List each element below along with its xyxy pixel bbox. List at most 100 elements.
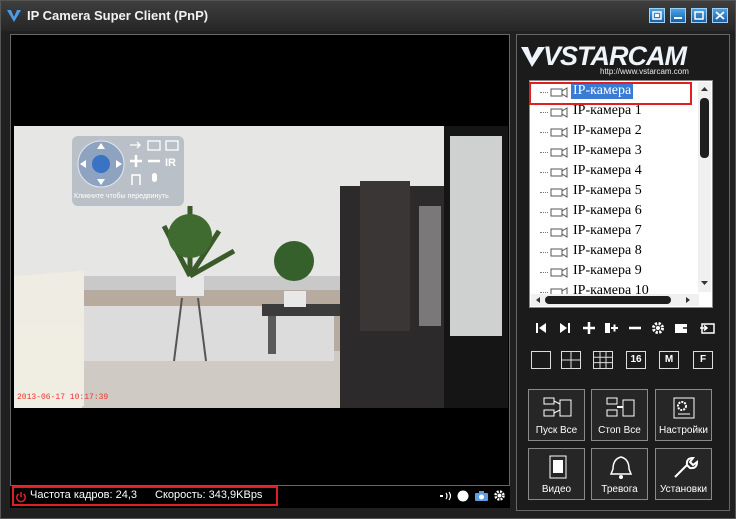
ptz-hint: Кликните чтобы передвинуть	[74, 193, 169, 200]
remove-camera-icon[interactable]	[627, 320, 643, 336]
control-panel: VSTARCAM http://www.vstarcam.com IP-каме…	[516, 34, 730, 511]
status-bar: Частота кадров: 24,3 Скорость: 343,9KBps	[10, 486, 510, 508]
snapshot-icon[interactable]	[474, 490, 489, 502]
svg-text:IR: IR	[165, 157, 176, 169]
scroll-right-icon[interactable]	[683, 294, 693, 306]
camera-icon	[550, 227, 568, 238]
tree-vertical-scroll-thumb[interactable]	[700, 98, 709, 158]
tree-horizontal-scroll-thumb[interactable]	[545, 296, 671, 304]
camera-tree[interactable]: IP-камера IP-камера 1 IP-камера 2 IP-кам…	[529, 80, 713, 308]
camera-label: IP-камера 3	[573, 143, 642, 158]
window-title: IP Camera Super Client (PnP)	[27, 8, 209, 23]
tree-connector	[540, 212, 548, 213]
camera-label: IP-камера 8	[573, 243, 642, 258]
layout-9-icon[interactable]	[593, 351, 613, 369]
camera-icon	[550, 267, 568, 278]
camera-icon	[550, 187, 568, 198]
camera-icon	[550, 167, 568, 178]
next-icon[interactable]	[557, 320, 573, 336]
video-label: Видео	[541, 484, 572, 495]
camera-item[interactable]: IP-камера 8	[530, 242, 700, 262]
start-all-icon	[543, 397, 572, 417]
close-icon[interactable]	[712, 8, 728, 23]
stop-all-icon	[606, 397, 635, 417]
import-icon[interactable]	[674, 320, 690, 336]
tree-connector	[540, 112, 548, 113]
camera-item[interactable]: IP-камера 2	[530, 122, 700, 142]
scroll-left-icon[interactable]	[533, 294, 543, 306]
tree-connector	[540, 272, 548, 273]
app-window: IP Camera Super Client (PnP) IR Кликните…	[0, 0, 736, 519]
ptz-control-panel[interactable]: IR Кликните чтобы передвинуть	[72, 136, 184, 206]
scroll-down-icon[interactable]	[698, 278, 711, 288]
edit-camera-icon[interactable]	[603, 320, 619, 336]
camera-item[interactable]: IP-камера 5	[530, 182, 700, 202]
camera-label: IP-камера 9	[573, 263, 642, 278]
export-icon[interactable]	[699, 320, 715, 336]
tree-horizontal-scrollbar[interactable]	[531, 294, 699, 306]
layout-1-icon[interactable]	[531, 351, 551, 369]
start-all-label: Пуск Все	[535, 425, 578, 436]
add-camera-icon[interactable]	[581, 320, 597, 336]
camera-label: IP-камера 7	[573, 223, 642, 238]
camera-label: IP-камера 1	[573, 103, 642, 118]
tree-connector	[540, 132, 548, 133]
camera-label: IP-камера 2	[573, 123, 642, 138]
layout-4-icon[interactable]	[561, 351, 581, 369]
minimize-icon[interactable]	[670, 8, 686, 23]
camera-icon	[550, 127, 568, 138]
alarm-button[interactable]: Тревога	[591, 448, 648, 500]
tree-connector	[540, 252, 548, 253]
settings-button[interactable]: Настройки	[655, 389, 712, 441]
camera-item[interactable]: IP-камера 1	[530, 102, 700, 122]
ptz-direction-pad-icon[interactable]	[76, 139, 126, 189]
video-timestamp: 2013-06-17 10:17:39	[17, 393, 109, 402]
stop-all-button[interactable]: Стоп Все	[591, 389, 648, 441]
audio-icon[interactable]	[439, 490, 453, 502]
camera-label: IP-камера 4	[573, 163, 642, 178]
camera-item[interactable]: IP-камера 7	[530, 222, 700, 242]
frame-rate-text: Частота кадров: 24,3	[30, 489, 138, 501]
power-icon	[16, 492, 26, 503]
camera-item[interactable]: IP-камера 6	[530, 202, 700, 222]
scroll-up-icon[interactable]	[698, 84, 711, 94]
speed-text: Скорость: 343,9KBps	[155, 489, 263, 501]
video-view[interactable]: IR Кликните чтобы передвинуть 2013-06-17…	[10, 34, 510, 486]
tree-connector	[540, 172, 548, 173]
selected-camera-highlight	[529, 82, 692, 105]
camera-icon	[550, 247, 568, 258]
layout-16-button[interactable]: 16	[626, 351, 646, 369]
tree-connector	[540, 152, 548, 153]
setup-button[interactable]: Установки	[655, 448, 712, 500]
layout-m-button[interactable]: M	[659, 351, 679, 369]
layout-f-button[interactable]: F	[693, 351, 713, 369]
camera-item[interactable]: IP-камера 4	[530, 162, 700, 182]
tree-connector	[540, 192, 548, 193]
ptz-function-icons[interactable]: IR	[128, 139, 182, 189]
camera-item[interactable]: IP-камера 9	[530, 262, 700, 282]
start-all-button[interactable]: Пуск Все	[528, 389, 585, 441]
wrench-icon	[674, 456, 699, 478]
maximize-icon[interactable]	[691, 8, 707, 23]
title-bar[interactable]: IP Camera Super Client (PnP)	[1, 1, 735, 31]
camera-feed[interactable]: IR Кликните чтобы передвинуть 2013-06-17…	[14, 126, 508, 408]
camera-item[interactable]: IP-камера 3	[530, 142, 700, 162]
alarm-label: Тревога	[601, 484, 638, 495]
record-icon[interactable]	[457, 490, 469, 502]
settings-gear-icon[interactable]	[493, 489, 506, 502]
settings-icon	[673, 397, 695, 419]
video-button[interactable]: Видео	[528, 448, 585, 500]
camera-label: IP-камера 6	[573, 203, 642, 218]
tree-connector	[540, 232, 548, 233]
restore-icon[interactable]	[649, 8, 665, 23]
brand-url: http://www.vstarcam.com	[600, 67, 689, 76]
alarm-icon	[609, 456, 633, 479]
settings-label: Настройки	[658, 425, 709, 436]
previous-icon[interactable]	[533, 320, 549, 336]
camera-icon	[550, 107, 568, 118]
stop-all-label: Стоп Все	[598, 425, 641, 436]
camera-label: IP-камера 5	[573, 183, 642, 198]
tree-vertical-scrollbar[interactable]	[698, 82, 711, 292]
video-icon	[549, 455, 567, 479]
camera-settings-icon[interactable]	[650, 320, 666, 336]
